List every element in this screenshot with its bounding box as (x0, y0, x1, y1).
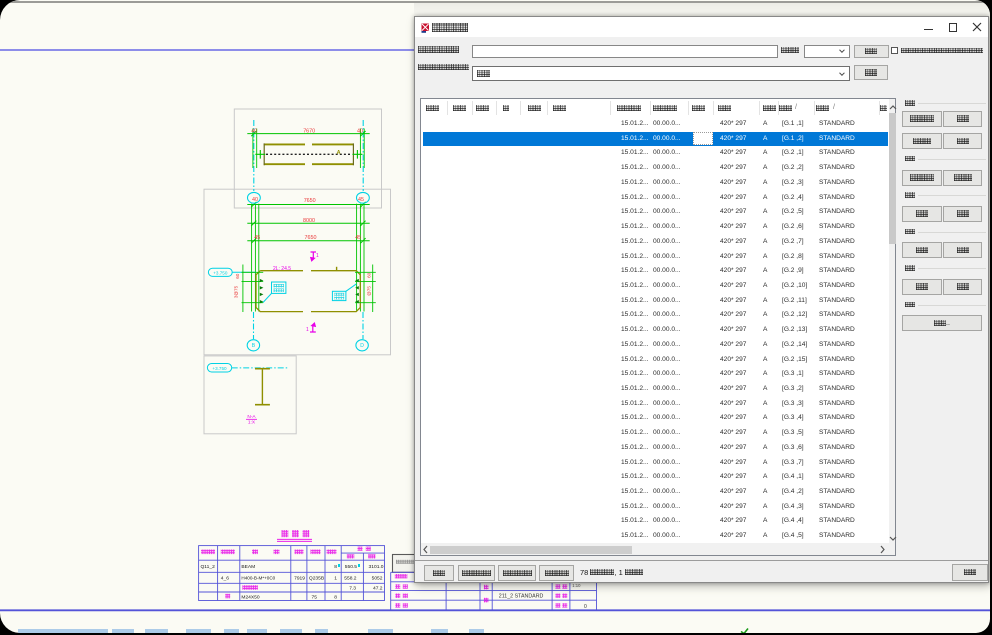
svg-text:@75: @75 (366, 286, 371, 296)
svg-text:3@75: 3@75 (234, 285, 239, 298)
svg-text:211_2 STANDARD: 211_2 STANDARD (499, 594, 544, 600)
svg-text:0: 0 (584, 604, 587, 610)
svg-text:7650: 7650 (304, 198, 316, 204)
svg-text:7670: 7670 (303, 129, 315, 135)
svg-text:D: D (360, 343, 364, 349)
svg-text:7.3: 7.3 (349, 586, 356, 592)
svg-text:7650: 7650 (305, 235, 317, 241)
svg-text:40: 40 (357, 128, 363, 134)
svg-text:1:X: 1:X (248, 419, 256, 425)
svg-text:7919: 7919 (294, 576, 305, 582)
svg-text:B: B (252, 343, 256, 349)
svg-text:1: 1 (306, 327, 309, 333)
svg-text:8000: 8000 (303, 218, 315, 224)
svg-text:5052: 5052 (372, 576, 383, 582)
svg-text:8: 8 (334, 564, 337, 570)
svg-text:4_6: 4_6 (221, 576, 229, 582)
svg-text:H400-B-M*+0C0: H400-B-M*+0C0 (241, 576, 275, 581)
svg-text:45: 45 (254, 235, 260, 241)
svg-text:40: 40 (251, 128, 257, 134)
svg-text:1: 1 (316, 253, 319, 259)
svg-text:75: 75 (312, 595, 318, 601)
svg-text:3101.0: 3101.0 (369, 564, 384, 570)
svg-text:2L: 24.5: 2L: 24.5 (273, 266, 291, 272)
svg-text:BEAM: BEAM (241, 564, 255, 570)
svg-text:Q235B: Q235B (309, 576, 324, 582)
svg-text:45: 45 (355, 235, 361, 241)
svg-text:47.2: 47.2 (373, 586, 383, 592)
svg-text:A: A (337, 150, 341, 156)
svg-text:558.2: 558.2 (344, 576, 357, 582)
svg-text:550.5: 550.5 (345, 564, 358, 570)
svg-text:1:10: 1:10 (572, 583, 581, 588)
svg-text:Q11_2: Q11_2 (201, 564, 216, 570)
svg-text:8: 8 (334, 595, 337, 601)
svg-text:60: 60 (235, 273, 240, 279)
svg-text:1: 1 (334, 576, 337, 582)
svg-text:60: 60 (366, 272, 371, 278)
svg-text:M24X50: M24X50 (241, 595, 259, 601)
svg-text:+3.750: +3.750 (212, 366, 227, 371)
svg-text:+3.750: +3.750 (213, 270, 228, 275)
